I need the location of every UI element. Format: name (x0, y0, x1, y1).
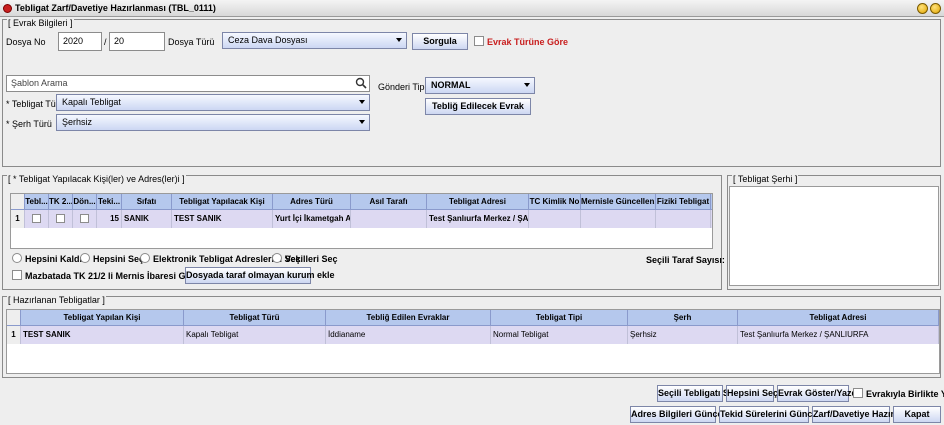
serhi-legend: [ Tebligat Şerhi ] (732, 174, 799, 184)
hepsini-kaldir-radio[interactable] (12, 253, 22, 263)
evrakiyla-birlikte-label: Evrakıyla Birlikte Yazdır (866, 389, 944, 399)
column-header[interactable]: Tebliğ Edilen Evraklar (326, 310, 491, 325)
column-header[interactable]: TC Kimlik No (529, 194, 581, 209)
turu-cell: Kapalı Tebligat (184, 326, 326, 344)
column-header[interactable]: TK 2... (49, 194, 73, 209)
kapat-button[interactable]: Kapat (893, 406, 941, 423)
gonderi-tipi-select[interactable]: NORMAL (425, 77, 535, 94)
column-header[interactable]: Tebligat Türü (184, 310, 326, 325)
table-row[interactable]: 1 TEST SANIK Kapalı Tebligat İddianame N… (7, 326, 939, 344)
search-icon[interactable] (355, 77, 367, 89)
tebligat-adresi-cell[interactable]: Test Şanlıurfa Merkez / ŞAN... (427, 210, 529, 228)
title-bar: Tebligat Zarf/Davetiye Hazırlanması (TBL… (0, 0, 944, 17)
fiziki-cell (656, 210, 711, 228)
adres-bilgileri-guncelle-button[interactable]: Adres Bilgileri Güncelle (630, 406, 733, 423)
tebligat-turu-select[interactable]: Kapalı Tebligat (56, 94, 370, 111)
adres-cell: Test Şanlıurfa Merkez / ŞANLIURFA (738, 326, 939, 344)
evrak-bilgileri-legend: [ Evrak Bilgileri ] (7, 18, 74, 28)
column-header[interactable]: Mernisle Güncellen... (581, 194, 656, 209)
evrak-goster-yazdir-button[interactable]: Evrak Göster/Yazdır (777, 385, 863, 402)
column-header[interactable]: Asıl Tarafı (351, 194, 427, 209)
dosya-year-input[interactable]: 2020 (58, 32, 102, 51)
dosya-turu-select[interactable]: Ceza Dava Dosyası (222, 32, 407, 49)
serh-turu-select[interactable]: Şerhsiz (56, 114, 370, 131)
tc-kimlik-cell (529, 210, 581, 228)
hepsini-sec-label: Hepsini Seç (93, 254, 145, 264)
serh-turu-value: Şerhsiz (62, 117, 93, 127)
vekilleri-sec-label: Vekilleri Seç (285, 254, 338, 264)
tipi-cell: Normal Tebligat (491, 326, 628, 344)
column-header[interactable]: Fiziki Tebligat (656, 194, 711, 209)
adres-turu-cell[interactable]: Yurt İçi İkametgah A... (273, 210, 351, 228)
hepsini-sec-radio[interactable] (80, 253, 90, 263)
gonderi-tipi-value: NORMAL (431, 80, 471, 90)
slash-label: / (104, 37, 107, 47)
column-header[interactable]: Teki... (97, 194, 122, 209)
teki-cell: 15 (97, 210, 122, 228)
chevron-down-icon (359, 100, 365, 104)
tk2-checkbox[interactable] (56, 214, 65, 223)
tebligat-turu-value: Kapalı Tebligat (62, 97, 121, 107)
column-header[interactable]: Tebligat Adresi (738, 310, 939, 325)
column-header[interactable]: Dön... (73, 194, 97, 209)
serhi-textarea[interactable] (729, 186, 939, 286)
hazirlanan-table: Tebligat Yapılan Kişi Tebligat Türü Tebl… (6, 309, 940, 374)
column-header[interactable]: Tebligat Tipi (491, 310, 628, 325)
column-header[interactable]: Tebl... (25, 194, 49, 209)
secili-taraf-sayisi: Seçili Taraf Sayısı: 0 (646, 255, 733, 265)
serh-turu-label: * Şerh Türü (6, 119, 52, 129)
asil-tarafi-cell (351, 210, 427, 228)
sorgula-button[interactable]: Sorgula (412, 33, 468, 50)
chevron-down-icon (524, 83, 530, 87)
column-header[interactable]: Tebligat Yapılacak Kişi (172, 194, 273, 209)
hepsini-kaldir-label: Hepsini Kaldır (25, 254, 86, 264)
evrakiyla-birlikte-checkbox[interactable] (853, 388, 863, 398)
gonderi-tipi-label: Gönderi Tipi (378, 82, 427, 92)
evrak-cell: İddianame (326, 326, 491, 344)
chevron-down-icon (359, 120, 365, 124)
tekid-sureleri-guncelle-button[interactable]: Tekid Sürelerini Güncelle (719, 406, 827, 423)
minimize-icon[interactable] (917, 3, 928, 14)
serh-cell: Şerhsiz (628, 326, 738, 344)
sablon-arama-placeholder: Şablon Arama (11, 78, 68, 88)
tebligat-checkbox[interactable] (32, 214, 41, 223)
row-number: 1 (11, 210, 25, 228)
dosya-turu-value: Ceza Dava Dosyası (228, 35, 308, 45)
column-header[interactable]: Tebligat Yapılan Kişi (21, 310, 184, 325)
dosya-turu-label: Dosya Türü (168, 37, 215, 47)
elektronik-adresler-radio[interactable] (140, 253, 150, 263)
vekilleri-sec-radio[interactable] (272, 253, 282, 263)
sifat-cell: SANIK (122, 210, 172, 228)
row-number: 1 (7, 326, 21, 344)
kisiler-legend: [ * Tebligat Yapılacak Kişi(ler) ve Adre… (7, 174, 186, 184)
kisi-cell: TEST SANIK (21, 326, 184, 344)
hazirlanan-legend: [ Hazırlanan Tebligatlar ] (7, 295, 106, 305)
kisiler-table: Tebl... TK 2... Dön... Teki... Sıfatı Te… (10, 193, 713, 249)
column-header[interactable]: Adres Türü (273, 194, 351, 209)
column-header[interactable]: Şerh (628, 310, 738, 325)
secili-tebligati-sil-button[interactable]: Seçili Tebligatı Sil (657, 385, 734, 402)
evrak-turune-gore-checkbox[interactable] (474, 36, 484, 46)
chevron-down-icon (396, 38, 402, 42)
sablon-arama-input[interactable]: Şablon Arama (6, 75, 370, 92)
zarf-davetiye-hazirla-button[interactable]: Zarf/Davetiye Hazırla (812, 406, 902, 423)
column-header[interactable]: Tebligat Adresi (427, 194, 529, 209)
hazirlanan-table-header: Tebligat Yapılan Kişi Tebligat Türü Tebl… (7, 310, 939, 326)
mazbatada-checkbox[interactable] (12, 270, 22, 280)
kurum-ekle-button[interactable]: Dosyada taraf olmayan kurum ekle (185, 267, 335, 284)
app-icon (3, 4, 12, 13)
close-icon[interactable] (930, 3, 941, 14)
kisi-cell: TEST SANIK (172, 210, 273, 228)
teblig-edilecek-evrak-button[interactable]: Tebliğ Edilecek Evrak (425, 98, 531, 115)
table-row[interactable]: 1 15 SANIK TEST SANIK Yurt İçi İkametgah… (11, 210, 712, 228)
kisiler-table-header: Tebl... TK 2... Dön... Teki... Sıfatı Te… (11, 194, 712, 210)
hepsini-sec-button[interactable]: Hepsini Seç (726, 385, 778, 402)
donus-checkbox[interactable] (80, 214, 89, 223)
dosya-number-input[interactable]: 20 (109, 32, 165, 51)
dosya-no-label: Dosya No (6, 37, 46, 47)
column-header[interactable]: Sıfatı (122, 194, 172, 209)
evrak-turune-gore-label: Evrak Türüne Göre (487, 37, 569, 47)
mernis-cell (581, 210, 656, 228)
window-title: Tebligat Zarf/Davetiye Hazırlanması (TBL… (15, 3, 216, 13)
